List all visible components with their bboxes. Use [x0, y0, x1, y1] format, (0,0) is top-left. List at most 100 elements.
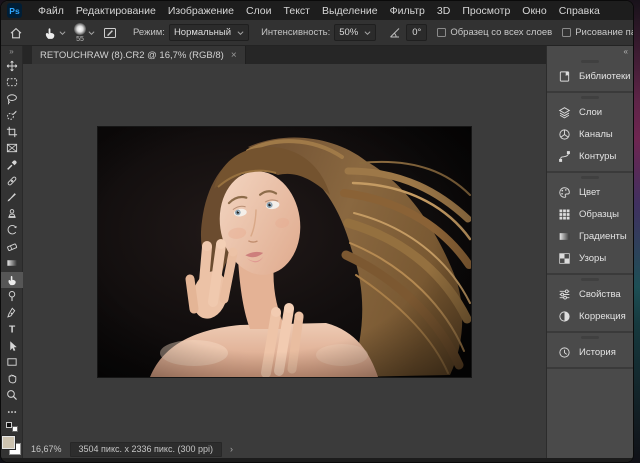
brush-settings-panel-icon: [103, 26, 117, 40]
tool-frame[interactable]: [1, 140, 23, 156]
chevron-down-icon: [59, 30, 66, 36]
layers-icon: [558, 106, 571, 119]
tool-history-brush[interactable]: [1, 222, 23, 238]
home-button[interactable]: [7, 25, 25, 41]
libraries-icon: [558, 70, 571, 83]
finger-painting-checkbox[interactable]: Рисование пальцем: [562, 27, 634, 38]
tool-path-selection[interactable]: [1, 337, 23, 353]
menu-filter[interactable]: Фильтр: [384, 3, 431, 19]
adjustments-icon: [558, 310, 571, 323]
tool-move[interactable]: [1, 58, 23, 74]
chevron-down-icon: [237, 30, 244, 36]
tool-clone-stamp[interactable]: [1, 206, 23, 222]
menu-image[interactable]: Изображение: [162, 3, 240, 19]
photoshop-logo-icon: Ps: [7, 3, 22, 18]
canvas-image-portrait[interactable]: [98, 127, 471, 377]
menu-type[interactable]: Текст: [278, 3, 316, 19]
panel-layers[interactable]: Слои: [547, 101, 633, 123]
move-icon: [6, 60, 18, 72]
properties-icon: [558, 288, 571, 301]
angle-value: 0°: [412, 27, 421, 38]
tool-pen[interactable]: [1, 304, 23, 320]
tool-rectangle[interactable]: [1, 354, 23, 370]
panel-group: Цвет Образцы Градиенты Узоры: [547, 173, 633, 275]
zoom-level[interactable]: 16,67%: [31, 444, 62, 454]
panel-patterns[interactable]: Узоры: [547, 247, 633, 269]
tool-eyedropper[interactable]: [1, 156, 23, 172]
brush-angle-icon: [388, 26, 402, 40]
history-brush-icon: [6, 224, 18, 236]
document-size-info[interactable]: 3504 пикс. x 2336 пикс. (300 ppi): [70, 442, 222, 457]
default-colors-button[interactable]: [6, 422, 18, 432]
panel-channels[interactable]: Каналы: [547, 123, 633, 145]
brush-size-picker[interactable]: 55: [72, 22, 97, 44]
angle-input[interactable]: 0°: [406, 24, 427, 41]
tool-hand[interactable]: [1, 370, 23, 386]
panel-history[interactable]: История: [547, 341, 633, 363]
menu-bar: Ps Файл Редактирование Изображение Слои …: [1, 1, 633, 20]
panel-color[interactable]: Цвет: [547, 181, 633, 203]
eraser-icon: [6, 241, 18, 253]
panel-grip[interactable]: [581, 96, 599, 99]
hand-icon: [6, 372, 18, 384]
tool-type[interactable]: [1, 321, 23, 337]
tool-eraser[interactable]: [1, 239, 23, 255]
menu-edit[interactable]: Редактирование: [70, 3, 162, 19]
panel-grip[interactable]: [581, 278, 599, 281]
smudge-icon: [6, 274, 18, 286]
crop-icon: [6, 126, 18, 138]
eyedropper-icon: [6, 159, 18, 171]
menu-file[interactable]: Файл: [32, 3, 70, 19]
tool-healing-brush[interactable]: [1, 173, 23, 189]
toolbar-expand-icon[interactable]: »: [9, 47, 13, 58]
tool-marquee[interactable]: [1, 74, 23, 90]
panel-collapse-button[interactable]: «: [547, 46, 633, 57]
tool-smudge[interactable]: [1, 272, 23, 288]
checkbox-icon: [562, 28, 571, 37]
color-icon: [558, 186, 571, 199]
brush-settings-panel-toggle[interactable]: [101, 25, 119, 41]
panel-grip[interactable]: [581, 336, 599, 339]
tool-crop[interactable]: [1, 123, 23, 139]
edit-toolbar-button[interactable]: [1, 403, 23, 420]
tool-dodge[interactable]: [1, 288, 23, 304]
collapse-icon: «: [624, 47, 628, 56]
menu-3d[interactable]: 3D: [431, 3, 456, 19]
strength-select[interactable]: 50%: [334, 24, 376, 41]
dodge-icon: [6, 290, 18, 302]
panel-group: Свойства Коррекция: [547, 275, 633, 333]
document-tab[interactable]: RETOUCHRAW (8).CR2 @ 16,7% (RGB/8) ×: [32, 46, 246, 64]
tool-brush[interactable]: [1, 189, 23, 205]
canvas-pasteboard[interactable]: [23, 64, 546, 440]
panel-gradients[interactable]: Градиенты: [547, 225, 633, 247]
brush-preview: 55: [74, 23, 86, 43]
panel-dock: « Библиотеки Слои Каналы Контуры Цвет Об…: [546, 46, 633, 458]
tool-quick-selection[interactable]: [1, 107, 23, 123]
menu-window[interactable]: Окно: [516, 3, 552, 19]
strength-value: 50%: [339, 27, 358, 38]
panel-libraries[interactable]: Библиотеки: [547, 65, 633, 87]
tool-gradient[interactable]: [1, 255, 23, 271]
panel-adjustments[interactable]: Коррекция: [547, 305, 633, 327]
panel-swatches[interactable]: Образцы: [547, 203, 633, 225]
rectangle-icon: [6, 356, 18, 368]
tool-preset-picker[interactable]: [41, 25, 68, 41]
mode-select[interactable]: Нормальный: [169, 24, 249, 41]
tool-zoom[interactable]: [1, 387, 23, 403]
menu-view[interactable]: Просмотр: [456, 3, 516, 19]
chevron-down-icon: [364, 30, 371, 36]
status-chevron-icon[interactable]: ›: [230, 444, 233, 454]
tools-panel: »: [1, 46, 23, 458]
quick-selection-icon: [6, 109, 18, 121]
menu-select[interactable]: Выделение: [316, 3, 384, 19]
menu-layers[interactable]: Слои: [240, 3, 278, 19]
panel-grip[interactable]: [581, 176, 599, 179]
panel-paths[interactable]: Контуры: [547, 145, 633, 167]
menu-help[interactable]: Справка: [553, 3, 606, 19]
foreground-color-swatch[interactable]: [2, 436, 15, 449]
sample-all-layers-checkbox[interactable]: Образец со всех слоев: [437, 27, 552, 38]
panel-properties[interactable]: Свойства: [547, 283, 633, 305]
panel-grip[interactable]: [581, 60, 599, 63]
tool-lasso[interactable]: [1, 91, 23, 107]
close-icon[interactable]: ×: [231, 50, 237, 61]
